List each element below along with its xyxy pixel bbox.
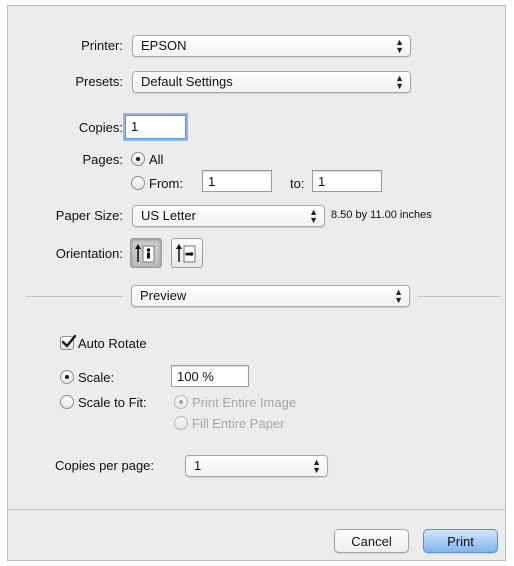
updown-arrows-icon: ▲ ▼ — [309, 207, 318, 225]
paper-size-value: US Letter — [141, 208, 196, 223]
copies-per-page-popup[interactable]: 1 ▲ ▼ — [185, 455, 328, 477]
scale-radio[interactable] — [60, 370, 74, 384]
pages-to-field[interactable]: 1 — [312, 170, 382, 192]
auto-rotate-checkbox[interactable] — [60, 334, 77, 350]
updown-arrows-icon: ▲ ▼ — [394, 287, 403, 305]
paper-size-popup[interactable]: US Letter ▲ ▼ — [132, 205, 325, 227]
updown-arrows-icon: ▲ ▼ — [395, 73, 404, 91]
section-popup-value: Preview — [140, 288, 187, 303]
separator-right — [418, 296, 500, 297]
landscape-orientation-icon — [176, 244, 196, 263]
pages-label: Pages: — [82, 152, 123, 167]
printer-popup[interactable]: EPSON ▲ ▼ — [132, 35, 411, 57]
print-button[interactable]: Print — [423, 529, 498, 553]
copies-per-page-value: 1 — [194, 458, 202, 473]
paper-dimensions: 8.50 by 11.00 inches — [331, 209, 432, 221]
updown-arrows-icon: ▲ ▼ — [312, 457, 321, 475]
presets-label: Presets: — [75, 74, 123, 89]
bottom-separator — [8, 509, 505, 510]
pages-to-label: to: — [290, 176, 305, 191]
presets-popup[interactable]: Default Settings ▲ ▼ — [132, 71, 411, 93]
print-entire-image-label: Print Entire Image — [192, 395, 297, 410]
auto-rotate-label: Auto Rotate — [78, 336, 147, 351]
pages-all-label: All — [149, 152, 164, 167]
pages-from-radio[interactable] — [131, 176, 145, 190]
checkmark-icon — [61, 334, 77, 348]
presets-value: Default Settings — [141, 74, 233, 89]
scale-field[interactable]: 100 % — [171, 365, 249, 387]
pages-from-label: From: — [149, 176, 183, 191]
fill-entire-paper-radio[interactable] — [174, 416, 188, 430]
separator-left — [26, 296, 123, 297]
print-dialog: Printer: EPSON ▲ ▼ Presets: Default Setti… — [7, 5, 506, 561]
print-entire-image-radio[interactable] — [174, 395, 188, 409]
portrait-orientation-icon — [135, 244, 155, 263]
copies-per-page-label: Copies per page: — [55, 458, 155, 473]
landscape-orientation-button[interactable] — [171, 238, 203, 268]
portrait-orientation-button[interactable] — [130, 238, 162, 268]
copies-label: Copies: — [78, 120, 123, 135]
orientation-label: Orientation: — [55, 246, 123, 261]
printer-value: EPSON — [141, 38, 187, 53]
paper-size-label: Paper Size: — [55, 208, 123, 223]
copies-field[interactable]: 1 — [125, 115, 186, 139]
scale-label: Scale: — [78, 370, 115, 385]
printer-label: Printer: — [81, 38, 123, 53]
scale-to-fit-label: Scale to Fit: — [78, 395, 147, 410]
fill-entire-paper-label: Fill Entire Paper — [192, 416, 285, 431]
updown-arrows-icon: ▲ ▼ — [395, 37, 404, 55]
cancel-button[interactable]: Cancel — [334, 529, 409, 553]
scale-to-fit-radio[interactable] — [60, 395, 74, 409]
pages-all-radio[interactable] — [131, 152, 145, 166]
pages-from-field[interactable]: 1 — [202, 170, 272, 192]
section-popup[interactable]: Preview ▲ ▼ — [131, 285, 410, 307]
